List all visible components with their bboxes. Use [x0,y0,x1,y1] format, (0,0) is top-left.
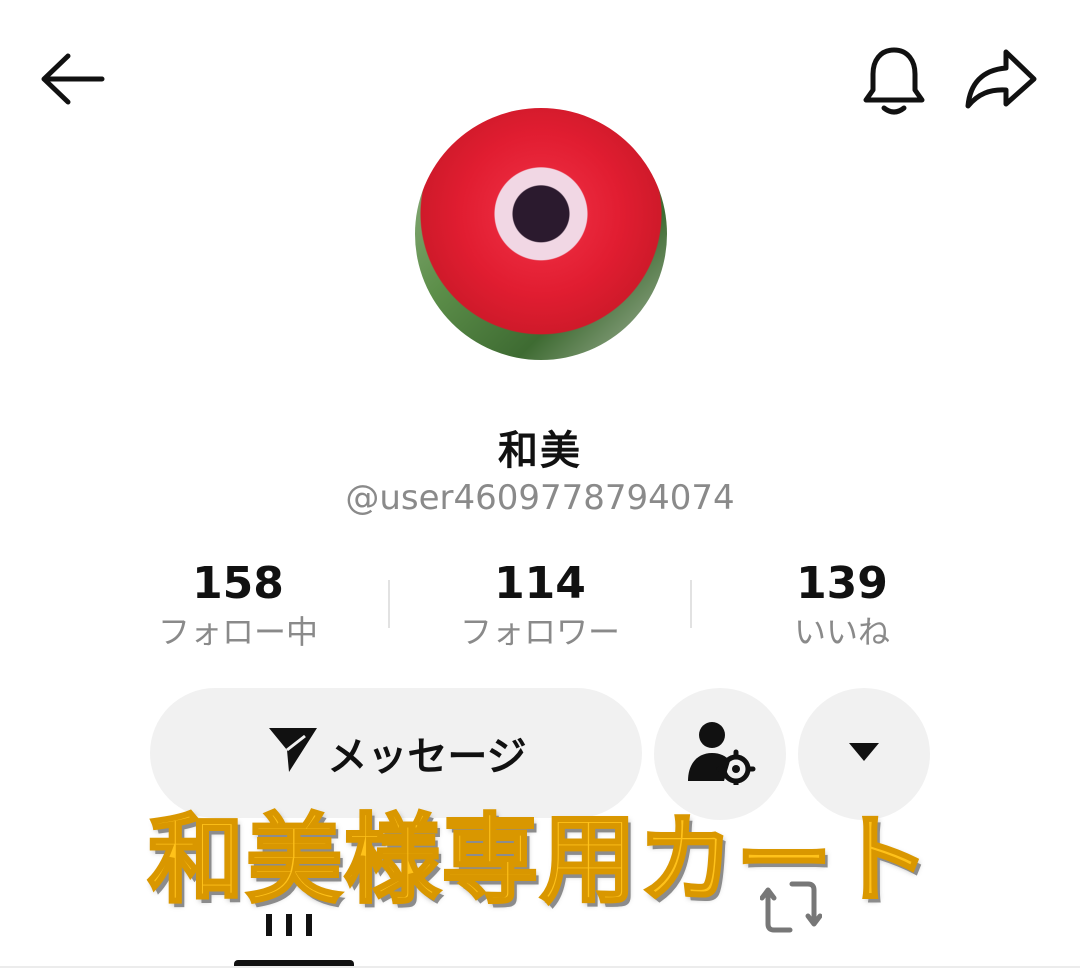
bell-icon[interactable] [860,44,928,116]
user-settings-icon [684,719,756,789]
stat-likes: 139 いいね [692,558,992,654]
following-label: フォロー中 [157,613,318,651]
message-label: メッセージ [327,734,527,780]
followers-count: 114 [494,558,586,609]
following-count: 158 [192,558,284,609]
overlay-caption: 和美様専用カート [147,803,932,918]
followers-label: フォロワー [459,613,620,651]
share-icon[interactable] [962,46,1040,112]
stat-followers[interactable]: 114 フォロワー [390,558,690,654]
message-button[interactable]: メッセージ [150,688,642,818]
likes-count: 139 [796,558,888,609]
username: @user4609778794074 [345,478,735,518]
back-arrow-icon[interactable] [38,50,106,108]
send-icon [265,720,321,786]
avatar[interactable] [415,108,667,360]
dropdown-triangle-icon [847,741,881,767]
likes-label: いいね [793,613,890,651]
display-name: 和美 [498,428,582,474]
stat-following[interactable]: 158 フォロー中 [88,558,388,654]
